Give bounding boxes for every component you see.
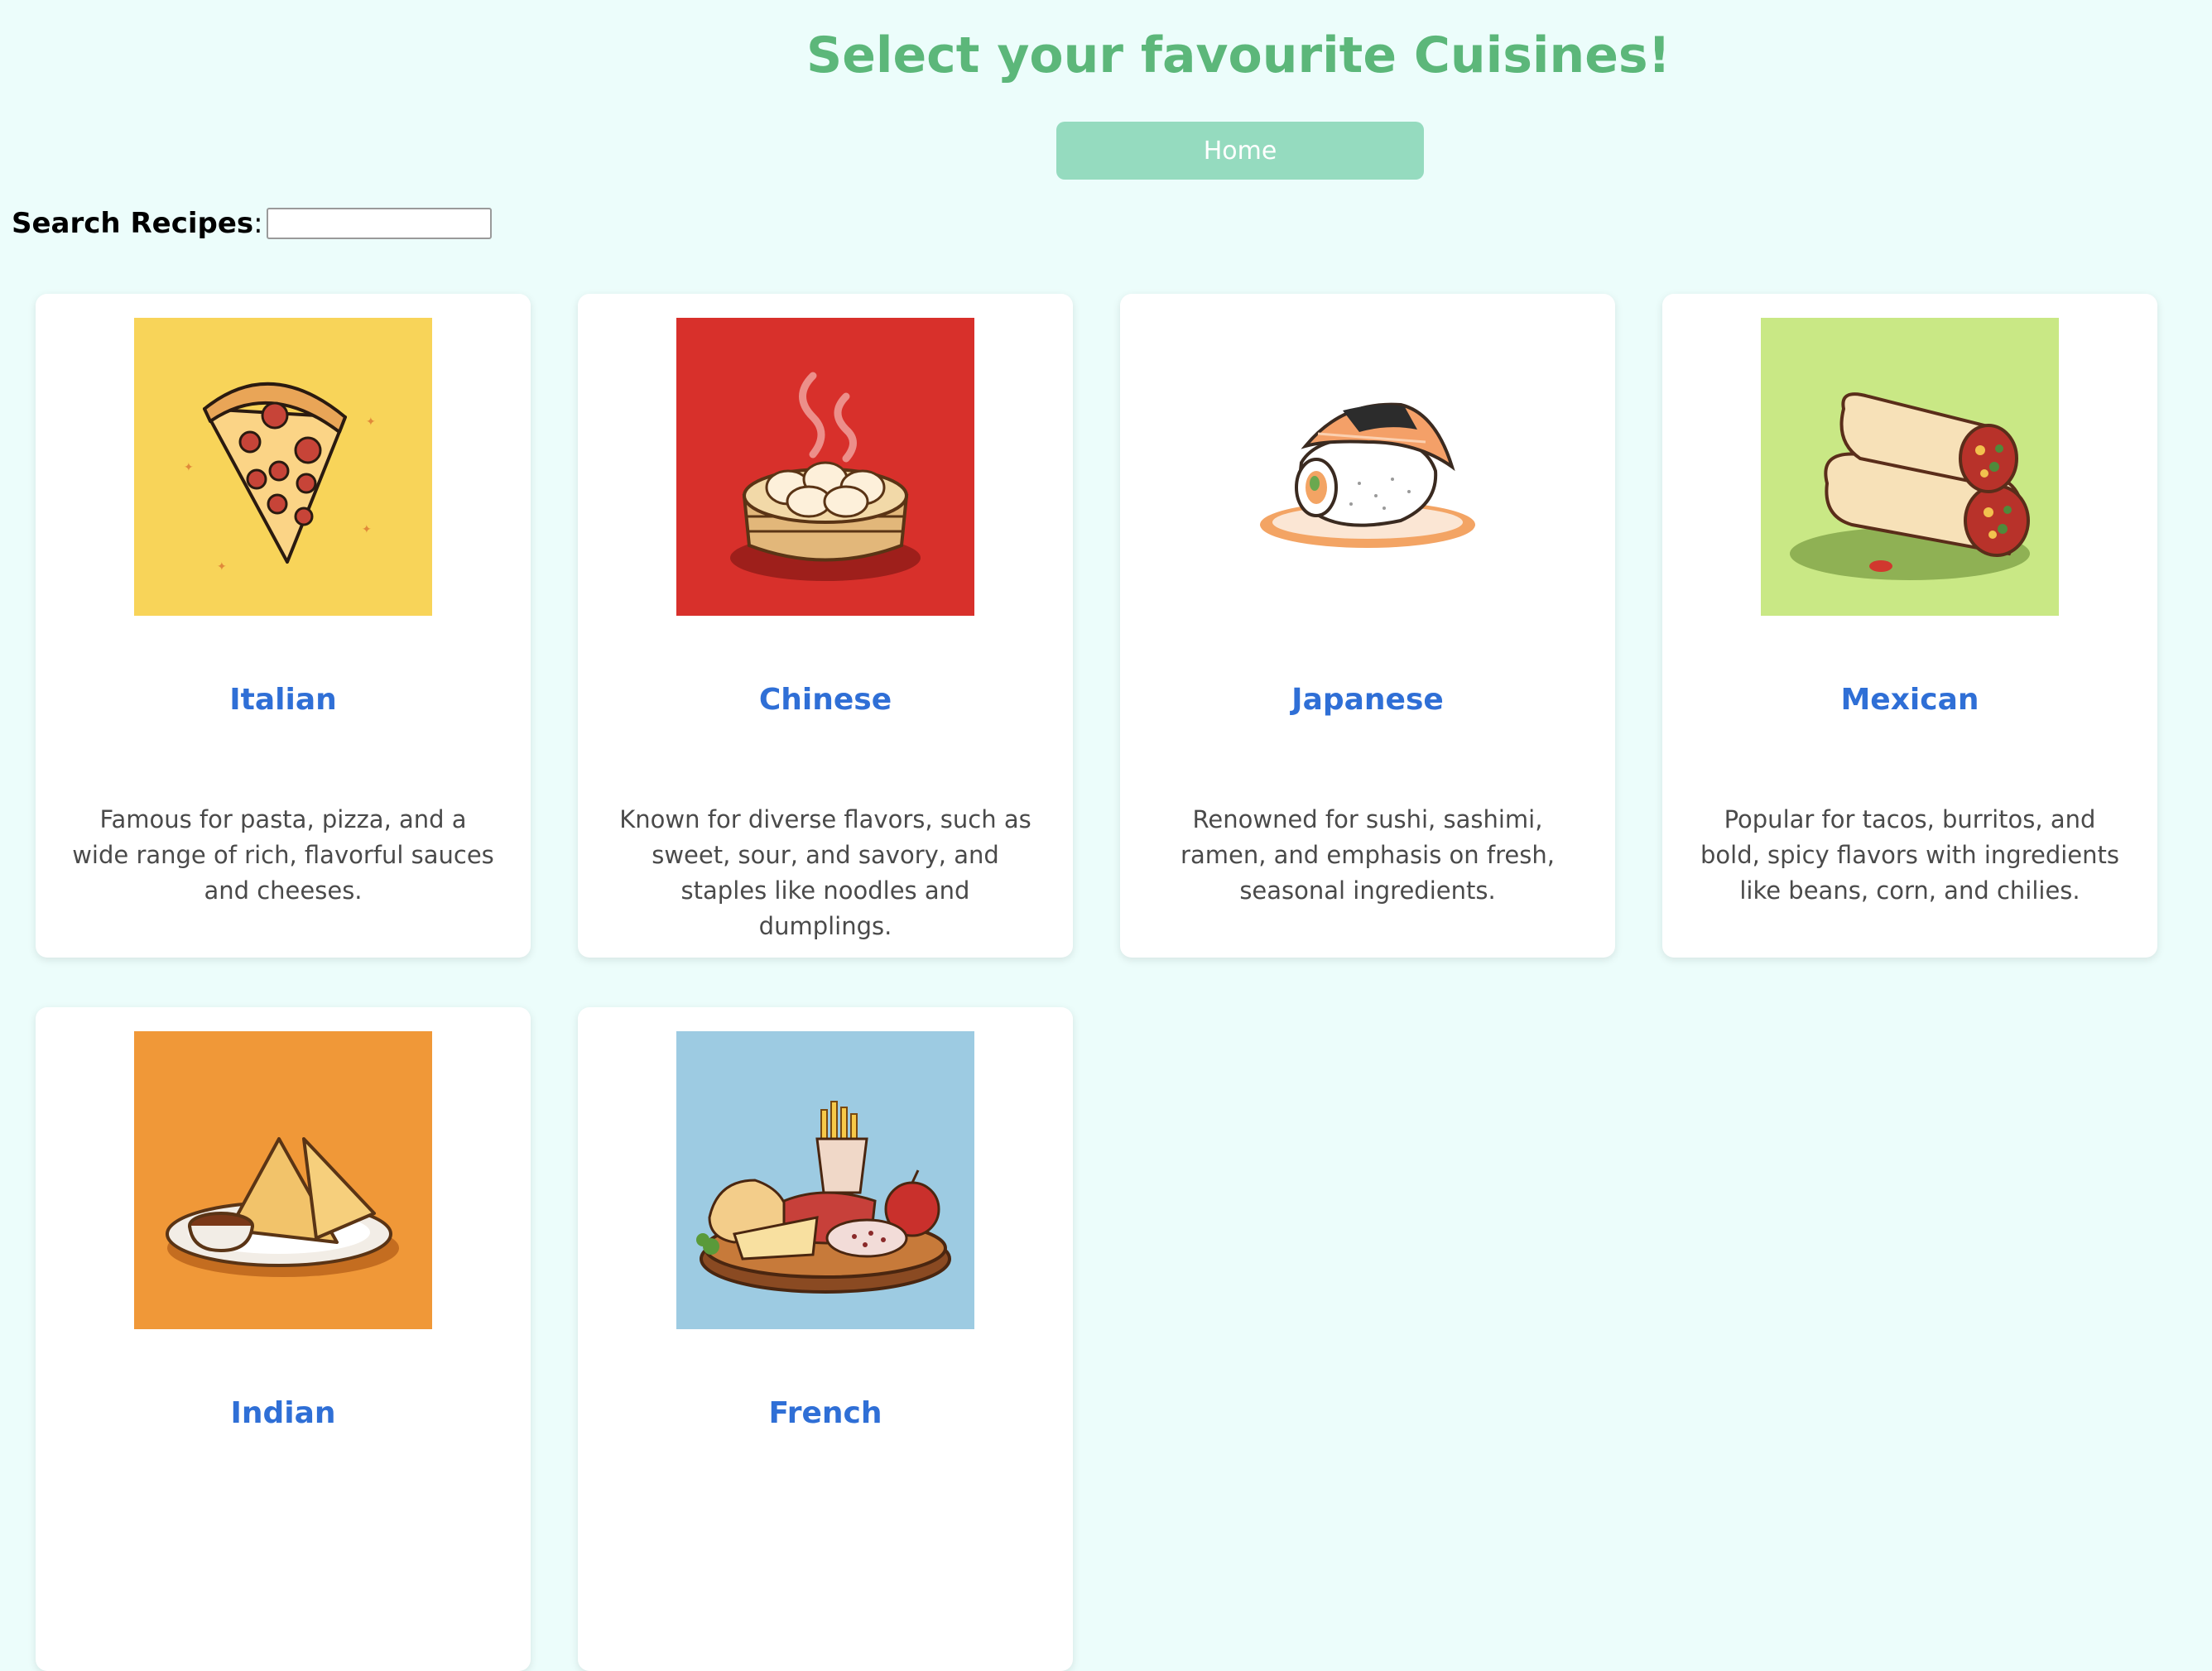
cuisine-card-french[interactable]: French (578, 1007, 1073, 1671)
page-title: Select your favourite Cuisines! (806, 26, 1671, 84)
cuisine-card-italian[interactable]: ✦ ✦ ✦ ✦ Italian Famous for pasta, pizza,… (36, 294, 531, 958)
search-bar: Search Recipes: (12, 207, 492, 240)
svg-text:✦: ✦ (366, 415, 376, 429)
french-platter-image (676, 1031, 974, 1329)
cuisine-title[interactable]: French (578, 1396, 1073, 1430)
cuisine-grid: ✦ ✦ ✦ ✦ Italian Famous for pasta, pizza,… (36, 294, 2157, 1671)
svg-text:✦: ✦ (217, 560, 227, 574)
cuisine-description: Famous for pasta, pizza, and a wide rang… (72, 805, 494, 905)
cuisine-card-chinese[interactable]: Chinese Known for diverse flavors, such … (578, 294, 1073, 958)
cuisine-card-mexican[interactable]: Mexican Popular for tacos, burritos, and… (1662, 294, 2157, 958)
burrito-image (1761, 318, 2059, 616)
home-button[interactable]: Home (1056, 122, 1424, 180)
samosa-image (134, 1031, 432, 1329)
search-label: Search Recipes (12, 207, 254, 240)
search-input[interactable] (266, 208, 492, 239)
cuisine-description: Renowned for sushi, sashimi, ramen, and … (1181, 805, 1555, 905)
cuisine-title[interactable]: Japanese (1120, 683, 1615, 717)
cuisine-description: Popular for tacos, burritos, and bold, s… (1700, 805, 2120, 905)
cuisine-title[interactable]: Italian (36, 683, 531, 717)
sushi-image (1219, 318, 1517, 616)
pizza-slice-image: ✦ ✦ ✦ ✦ (134, 318, 432, 616)
cuisine-title[interactable]: Indian (36, 1396, 531, 1430)
dumpling-steamer-image (676, 318, 974, 616)
svg-text:✦: ✦ (362, 523, 372, 536)
svg-text:✦: ✦ (184, 461, 194, 474)
cuisine-title[interactable]: Mexican (1662, 683, 2157, 717)
search-label-colon: : (253, 207, 263, 240)
cuisine-card-japanese[interactable]: Japanese Renowned for sushi, sashimi, ra… (1120, 294, 1615, 958)
cuisine-title[interactable]: Chinese (578, 683, 1073, 717)
cuisine-description: Known for diverse flavors, such as sweet… (619, 805, 1031, 940)
cuisine-card-indian[interactable]: Indian (36, 1007, 531, 1671)
